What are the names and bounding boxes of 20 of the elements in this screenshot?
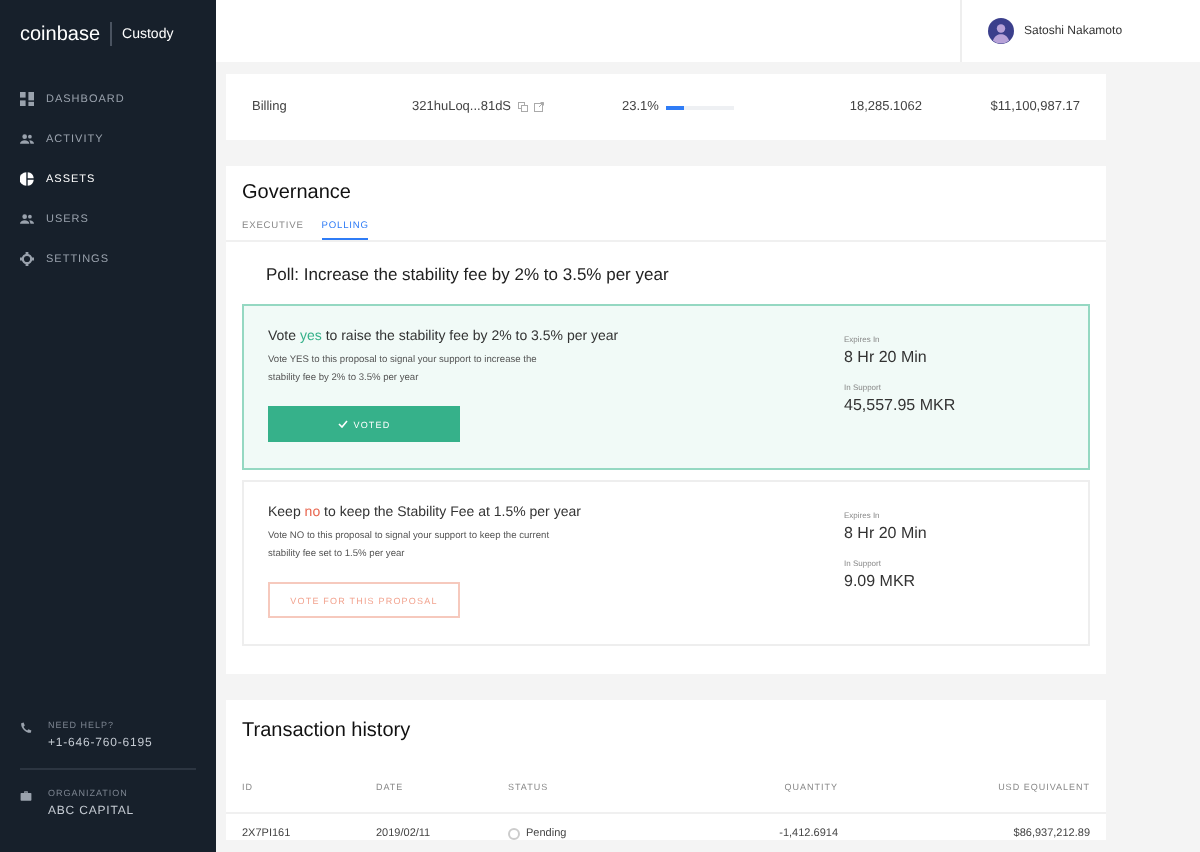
- people-icon: [20, 212, 34, 226]
- phone-icon: [20, 722, 32, 734]
- external-link-icon[interactable]: [533, 102, 544, 112]
- brand-logo: coinbase: [20, 23, 101, 45]
- section-title: Governance: [240, 180, 353, 208]
- status-dot: [508, 828, 520, 840]
- pie-chart-icon: [20, 172, 34, 186]
- support-value: 45,557.95 MKR: [844, 396, 958, 414]
- poll-title: Poll: Increase the stability fee by 2% to 3.5% per year: [264, 262, 671, 288]
- expires-value: 8 Hr 20 Min: [844, 524, 929, 542]
- expires-value: 8 Hr 20 Min: [844, 348, 929, 366]
- support-value: 9.09 MKR: [844, 572, 918, 590]
- settings-icon: [20, 252, 34, 266]
- grid-icon: [20, 92, 34, 106]
- briefcase-icon: [20, 790, 32, 802]
- copy-icon[interactable]: [517, 102, 528, 112]
- avatar-icon: [988, 18, 1014, 44]
- section-title: Transaction history: [240, 718, 413, 746]
- checkmark-icon: [337, 420, 348, 428]
- people-icon: [20, 132, 34, 146]
